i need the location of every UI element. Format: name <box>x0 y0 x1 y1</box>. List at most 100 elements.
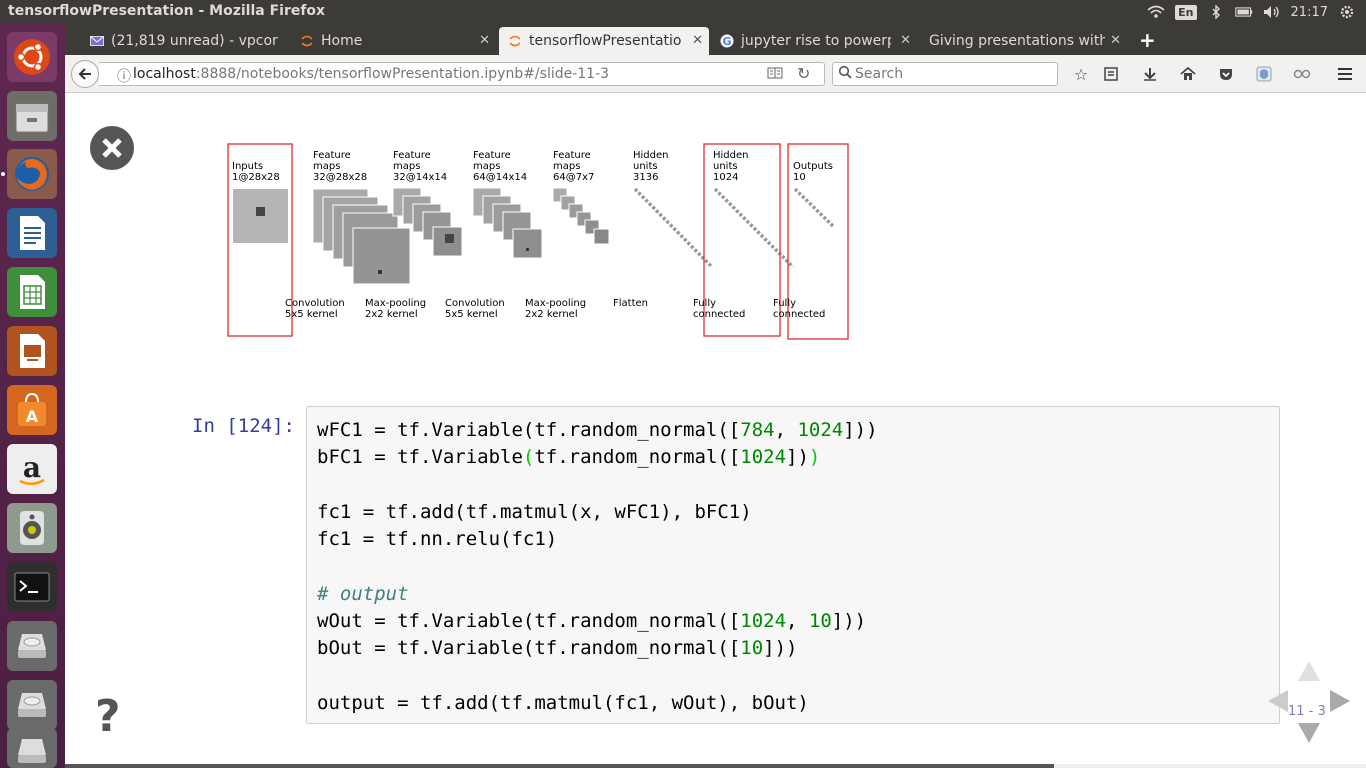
jupyter-icon <box>507 33 523 49</box>
code-editor[interactable]: wFC1 = tf.Variable(tf.random_normal([784… <box>317 417 878 717</box>
op-label-convolution-2: Convolution 5x5 kernel <box>445 298 505 320</box>
reader-view-icon[interactable] <box>767 66 783 84</box>
downloads-icon[interactable] <box>1140 64 1160 84</box>
code-line[interactable]: output = tf.add(tf.matmul(fc1, wOut), bO… <box>317 690 878 717</box>
tab-mail[interactable]: (21,819 unread) - vpcor <box>81 27 289 55</box>
code-line[interactable]: bOut = tf.Variable(tf.random_normal([10]… <box>317 635 878 662</box>
slide-right-arrow[interactable] <box>1330 690 1350 712</box>
code-token: tf.random_normal([ <box>534 446 741 469</box>
code-token: wOut = tf.Variable(tf.random_normal([ <box>317 610 741 633</box>
speaker-app-icon[interactable] <box>7 503 57 553</box>
firefox-icon[interactable] <box>7 149 57 199</box>
back-button[interactable] <box>71 60 99 88</box>
code-line[interactable]: bFC1 = tf.Variable(tf.random_normal([102… <box>317 444 878 471</box>
svg-text:G: G <box>722 35 731 48</box>
drive-icon[interactable] <box>7 728 57 768</box>
software-center-icon[interactable]: A <box>7 385 57 435</box>
tab-google-search[interactable]: G jupyter rise to powerp ✕ <box>711 27 917 55</box>
slide-down-arrow[interactable] <box>1298 723 1320 743</box>
conv2-feature-maps <box>472 187 543 259</box>
slide-up-arrow[interactable] <box>1298 661 1320 681</box>
clock[interactable]: 21:17 <box>1291 5 1328 20</box>
url-text[interactable]: localhost:8888/notebooks/tensorflowPrese… <box>133 66 609 82</box>
jupyter-icon <box>299 33 315 49</box>
libreoffice-calc-icon[interactable] <box>7 267 57 317</box>
files-icon[interactable] <box>7 91 57 141</box>
drive-icon[interactable] <box>7 621 57 671</box>
ubuntu-dash-icon[interactable] <box>7 32 57 82</box>
running-indicator <box>1 172 5 176</box>
code-token: fc1 = tf.add(tf.matmul(x, wFC1), bFC1) <box>317 500 752 523</box>
op-label-fully-connected-2: Fully connected <box>773 298 826 320</box>
home-icon[interactable] <box>1178 64 1198 84</box>
close-slideshow-button[interactable] <box>90 126 134 170</box>
close-tab-icon[interactable]: ✕ <box>1110 33 1121 48</box>
battery-icon[interactable] <box>1234 5 1253 19</box>
hidden-units-1024 <box>713 187 795 269</box>
reload-icon[interactable]: ↻ <box>797 64 810 83</box>
code-line[interactable]: wFC1 = tf.Variable(tf.random_normal([784… <box>317 417 878 444</box>
layer-label-inputs: Inputs 1@28x28 <box>232 161 280 183</box>
op-label-convolution-1: Convolution 5x5 kernel <box>285 298 345 320</box>
code-line[interactable]: # output <box>317 581 878 608</box>
cell-prompt: In [124]: <box>192 415 295 437</box>
tab-bar: (21,819 unread) - vpcor Home ✕ tensorflo… <box>65 24 1366 55</box>
url-bar[interactable]: ⓘ localhost:8888/notebooks/tensorflowPre… <box>99 62 825 86</box>
tab-tensorflow-presentation[interactable]: tensorflowPresentatio ✕ <box>499 27 709 55</box>
pool2-feature-maps <box>552 187 610 245</box>
amazon-icon[interactable]: a <box>7 444 57 494</box>
shield-icon[interactable] <box>1254 64 1274 84</box>
code-line[interactable] <box>317 663 878 690</box>
search-input[interactable] <box>855 66 1050 82</box>
code-token: bFC1 = tf.Variable <box>317 446 523 469</box>
info-icon[interactable]: ⓘ <box>117 66 131 86</box>
sync-icon[interactable] <box>1292 64 1312 84</box>
op-label-maxpool-1: Max-pooling 2x2 kernel <box>365 298 427 320</box>
terminal-icon[interactable] <box>7 562 57 612</box>
code-line[interactable] <box>317 553 878 580</box>
pocket-icon[interactable] <box>1216 64 1236 84</box>
code-token: bOut = tf.Variable(tf.random_normal([ <box>317 637 741 660</box>
slide-left-arrow[interactable] <box>1268 690 1288 712</box>
code-line[interactable] <box>317 472 878 499</box>
code-line[interactable]: fc1 = tf.add(tf.matmul(x, wFC1), bFC1) <box>317 499 878 526</box>
volume-icon[interactable] <box>1263 5 1281 19</box>
slide-controls: 11 - 3 <box>1265 661 1355 743</box>
code-token: fc1 = tf.nn.relu(fc1) <box>317 528 558 551</box>
close-tab-icon[interactable]: ✕ <box>900 33 911 48</box>
keyboard-layout-indicator[interactable]: En <box>1175 4 1197 20</box>
code-token: 1024 <box>740 610 787 633</box>
help-button[interactable]: ? <box>95 691 121 742</box>
layer-label-conv2: Feature maps 64@14x14 <box>473 150 528 183</box>
search-bar[interactable] <box>832 62 1058 86</box>
new-tab-button[interactable]: + <box>1139 28 1156 52</box>
bookmarks-list-icon[interactable] <box>1101 64 1121 84</box>
code-cell[interactable]: wFC1 = tf.Variable(tf.random_normal([784… <box>306 406 1280 724</box>
wifi-icon[interactable] <box>1147 5 1165 19</box>
code-token: 10 <box>808 610 832 633</box>
tab-home[interactable]: Home ✕ <box>291 27 496 55</box>
layer-label-hidden-1024: Hidden units 1024 <box>713 150 749 183</box>
window-title: tensorflowPresentation - Mozilla Firefox <box>8 3 326 19</box>
layer-label-pool1: Feature maps 32@14x14 <box>393 150 448 183</box>
search-icon <box>838 65 852 83</box>
code-token: 10 <box>740 637 764 660</box>
close-tab-icon[interactable]: ✕ <box>479 33 490 48</box>
gear-icon[interactable] <box>1338 5 1356 19</box>
top-panel: tensorflowPresentation - Mozilla Firefox… <box>0 0 1366 24</box>
tab-giving-presentations[interactable]: Giving presentations with ✕ <box>921 27 1127 55</box>
layer-label-conv1: Feature maps 32@28x28 <box>313 150 368 183</box>
bookmark-star-icon[interactable]: ☆ <box>1071 64 1091 84</box>
hamburger-menu-icon[interactable] <box>1335 64 1355 84</box>
code-token: ])) <box>831 610 867 633</box>
bluetooth-icon[interactable] <box>1207 5 1225 19</box>
op-label-maxpool-2: Max-pooling 2x2 kernel <box>525 298 587 320</box>
code-token: output = tf.add(tf.matmul(fc1, wOut), bO… <box>317 691 809 714</box>
close-tab-icon[interactable]: ✕ <box>692 33 703 48</box>
libreoffice-impress-icon[interactable] <box>7 326 57 376</box>
code-line[interactable]: fc1 = tf.nn.relu(fc1) <box>317 526 878 553</box>
google-icon: G <box>719 33 735 49</box>
code-line[interactable]: wOut = tf.Variable(tf.random_normal([102… <box>317 608 878 635</box>
libreoffice-writer-icon[interactable] <box>7 208 57 258</box>
drive-icon[interactable] <box>7 680 57 730</box>
